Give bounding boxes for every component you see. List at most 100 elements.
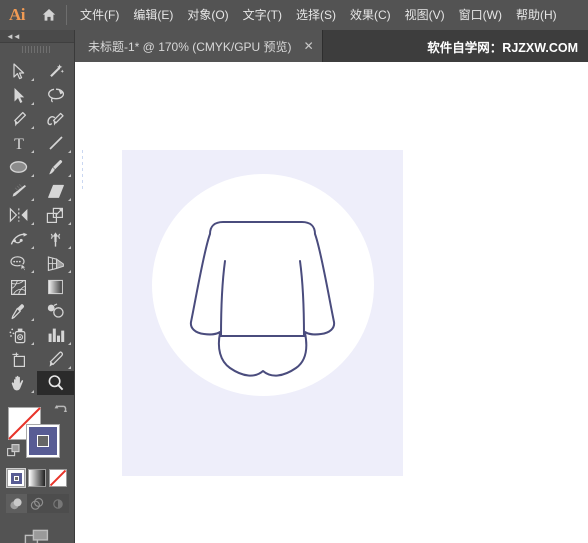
fill-stroke-control bbox=[0, 403, 74, 465]
tool-flyout-indicator[interactable] bbox=[31, 270, 34, 273]
tool-row bbox=[0, 371, 74, 395]
curvature-tool[interactable] bbox=[37, 107, 74, 131]
free-transform-tool[interactable] bbox=[37, 227, 74, 251]
tab-bar-spacer bbox=[323, 30, 428, 62]
tool-row bbox=[0, 299, 74, 323]
tool-flyout-indicator[interactable] bbox=[68, 246, 71, 249]
tool-flyout-indicator[interactable] bbox=[31, 102, 34, 105]
menu-file[interactable]: 文件(F) bbox=[73, 0, 126, 30]
tool-row bbox=[0, 251, 74, 275]
tool-flyout-indicator[interactable] bbox=[31, 390, 34, 393]
tool-flyout-indicator[interactable] bbox=[68, 366, 71, 369]
document-tab[interactable]: 未标题-1* @ 170% (CMYK/GPU 预览) ✕ bbox=[75, 30, 323, 62]
tools-panel: ◄◄ T bbox=[0, 30, 75, 543]
symbol-sprayer-tool[interactable] bbox=[0, 323, 37, 347]
site-watermark: 软件自学网：RJZXW.COM bbox=[427, 40, 578, 55]
tool-row bbox=[0, 107, 74, 131]
scale-tool[interactable] bbox=[37, 203, 74, 227]
close-icon[interactable]: ✕ bbox=[304, 40, 314, 52]
color-mode-none[interactable] bbox=[49, 469, 67, 487]
blouse-top-illustration[interactable] bbox=[122, 150, 403, 476]
perspective-grid-tool[interactable] bbox=[37, 251, 74, 275]
artboard-edge-marker bbox=[82, 150, 83, 192]
artboard-tool[interactable] bbox=[0, 347, 37, 371]
mesh-tool[interactable] bbox=[0, 275, 37, 299]
menu-help[interactable]: 帮助(H) bbox=[509, 0, 564, 30]
canvas-area[interactable] bbox=[75, 62, 588, 543]
column-graph-tool[interactable] bbox=[37, 323, 74, 347]
panel-drag-handle[interactable] bbox=[0, 43, 74, 56]
home-icon[interactable] bbox=[34, 0, 64, 30]
tool-flyout-indicator[interactable] bbox=[31, 318, 34, 321]
rotate-tool[interactable] bbox=[0, 203, 37, 227]
ellipse-tool[interactable] bbox=[0, 155, 37, 179]
menu-effect[interactable]: 效果(C) bbox=[343, 0, 398, 30]
tool-flyout-indicator[interactable] bbox=[31, 342, 34, 345]
draw-inside-mode[interactable] bbox=[47, 494, 69, 513]
menu-select[interactable]: 选择(S) bbox=[289, 0, 343, 30]
tool-flyout-indicator[interactable] bbox=[68, 222, 71, 225]
menu-object[interactable]: 对象(O) bbox=[180, 0, 235, 30]
paintbrush-tool[interactable] bbox=[37, 155, 74, 179]
tool-flyout-indicator[interactable] bbox=[31, 174, 34, 177]
selection-tool[interactable] bbox=[0, 59, 37, 83]
menu-window[interactable]: 窗口(W) bbox=[452, 0, 509, 30]
tool-grid: T bbox=[0, 56, 74, 395]
draw-mode-buttons bbox=[0, 494, 74, 513]
tool-flyout-indicator[interactable] bbox=[31, 246, 34, 249]
stroke-swatch[interactable] bbox=[26, 424, 60, 458]
swap-arrow-icon[interactable] bbox=[54, 404, 67, 422]
tool-flyout-indicator[interactable] bbox=[31, 198, 34, 201]
menu-edit[interactable]: 编辑(E) bbox=[126, 0, 180, 30]
draw-normal-mode[interactable] bbox=[5, 494, 27, 513]
blend-tool[interactable] bbox=[37, 299, 74, 323]
color-mode-color[interactable] bbox=[6, 468, 26, 488]
hand-tool[interactable] bbox=[0, 371, 37, 395]
tool-flyout-indicator[interactable] bbox=[31, 78, 34, 81]
direct-selection-tool[interactable] bbox=[0, 83, 37, 107]
shape-builder-tool[interactable] bbox=[0, 251, 37, 275]
tool-flyout-indicator[interactable] bbox=[68, 150, 71, 153]
svg-text:T: T bbox=[14, 136, 24, 151]
document-tab-label: 未标题-1* @ 170% (CMYK/GPU 预览) bbox=[88, 39, 292, 54]
menu-type[interactable]: 文字(T) bbox=[236, 0, 289, 30]
lasso-tool[interactable] bbox=[37, 83, 74, 107]
tool-flyout-indicator[interactable] bbox=[68, 174, 71, 177]
menu-view[interactable]: 视图(V) bbox=[398, 0, 452, 30]
eraser-tool[interactable] bbox=[37, 179, 74, 203]
zoom-tool[interactable] bbox=[37, 371, 74, 395]
app-logo-icon: Ai bbox=[9, 5, 26, 24]
tool-row bbox=[0, 323, 74, 347]
draw-behind-mode[interactable] bbox=[26, 494, 48, 513]
tool-flyout-indicator[interactable] bbox=[68, 342, 71, 345]
tool-row bbox=[0, 275, 74, 299]
tool-flyout-indicator[interactable] bbox=[68, 198, 71, 201]
type-tool[interactable]: T bbox=[0, 131, 37, 155]
tool-row bbox=[0, 227, 74, 251]
tool-flyout-indicator[interactable] bbox=[68, 270, 71, 273]
default-fill-stroke-icon[interactable] bbox=[7, 444, 21, 463]
tool-flyout-indicator[interactable] bbox=[31, 150, 34, 153]
artboard[interactable] bbox=[122, 150, 403, 476]
tool-row bbox=[0, 347, 74, 371]
line-segment-tool[interactable] bbox=[37, 131, 74, 155]
tool-flyout-indicator[interactable] bbox=[31, 126, 34, 129]
tool-flyout-indicator[interactable] bbox=[31, 222, 34, 225]
document-tab-bar: 未标题-1* @ 170% (CMYK/GPU 预览) ✕ 软件自学网：RJZX… bbox=[0, 30, 588, 62]
gradient-tool[interactable] bbox=[37, 275, 74, 299]
collapse-panel-button[interactable]: ◄◄ bbox=[0, 30, 74, 43]
menu-divider bbox=[66, 5, 67, 25]
color-mode-gradient[interactable] bbox=[28, 469, 46, 487]
width-tool[interactable] bbox=[0, 227, 37, 251]
magic-wand-tool[interactable] bbox=[37, 59, 74, 83]
eyedropper-tool[interactable] bbox=[0, 299, 37, 323]
tool-row bbox=[0, 179, 74, 203]
slice-tool[interactable] bbox=[37, 347, 74, 371]
tool-row bbox=[0, 155, 74, 179]
shaper-tool[interactable] bbox=[0, 179, 37, 203]
tool-row bbox=[0, 203, 74, 227]
illustrator-window: Ai 文件(F) 编辑(E) 对象(O) 文字(T) 选择(S) 效果(C) 视… bbox=[0, 0, 588, 543]
screen-mode-button[interactable] bbox=[0, 527, 74, 543]
pen-tool[interactable] bbox=[0, 107, 37, 131]
tool-row bbox=[0, 83, 74, 107]
